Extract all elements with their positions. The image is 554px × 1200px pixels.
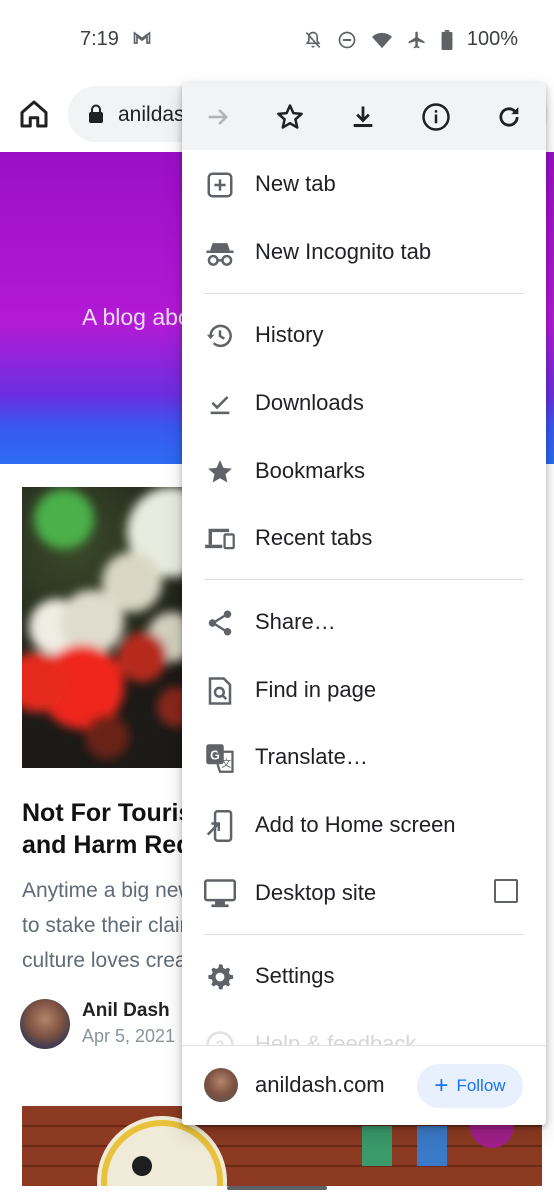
new-tab-icon bbox=[204, 169, 236, 201]
gmail-notification-icon bbox=[132, 28, 152, 53]
site-avatar bbox=[204, 1068, 238, 1102]
desktop-icon bbox=[204, 878, 236, 910]
devices-icon bbox=[204, 523, 236, 555]
menu-item-share[interactable]: Share… bbox=[182, 589, 546, 657]
plus-icon: + bbox=[434, 1072, 449, 1099]
menu-item-label: Share… bbox=[255, 609, 336, 634]
author-name: Anil Dash bbox=[82, 1000, 170, 1021]
article-title[interactable]: Not For Tourists and Harm Reduction bbox=[22, 797, 187, 861]
wifi-icon bbox=[371, 30, 393, 50]
menu-item-find-in-page[interactable]: Find in page bbox=[182, 657, 546, 725]
menu-item-downloads[interactable]: Downloads bbox=[182, 370, 546, 438]
follow-button[interactable]: + Follow bbox=[417, 1064, 523, 1108]
battery-icon bbox=[441, 29, 453, 50]
add-to-home-icon bbox=[204, 810, 236, 842]
download-icon[interactable] bbox=[346, 100, 380, 134]
menu-item-new-incognito-tab[interactable]: New Incognito tab bbox=[182, 219, 546, 287]
author-avatar bbox=[20, 999, 70, 1049]
forward-icon[interactable] bbox=[201, 100, 235, 134]
status-time: 7:19 bbox=[80, 28, 119, 50]
menu-item-label: Translate… bbox=[255, 744, 368, 769]
history-icon bbox=[204, 320, 236, 352]
url-text[interactable]: anildash.com bbox=[118, 103, 188, 127]
bookmark-star-icon[interactable] bbox=[273, 100, 307, 134]
menu-item-recent-tabs[interactable]: Recent tabs bbox=[182, 505, 546, 573]
site-follow-bar: anildash.com + Follow bbox=[182, 1045, 546, 1125]
menu-item-label: Bookmarks bbox=[255, 458, 366, 483]
menu-item-label: Find in page bbox=[255, 677, 377, 702]
lock-icon[interactable] bbox=[88, 104, 104, 129]
svg-text:G: G bbox=[210, 748, 220, 762]
desktop-site-checkbox[interactable] bbox=[494, 879, 518, 903]
menu-item-add-to-home-screen[interactable]: Add to Home screen bbox=[182, 792, 546, 860]
article-date: Apr 5, 2021 bbox=[82, 1026, 176, 1046]
menu-item-label: Add to Home screen bbox=[255, 812, 456, 837]
menu-item-label: Desktop site bbox=[255, 880, 377, 905]
menu-divider bbox=[204, 934, 524, 935]
menu-divider bbox=[204, 293, 524, 294]
excerpt-line: Anytime a big new bbox=[22, 879, 187, 902]
settings-icon bbox=[204, 961, 236, 993]
article-title-line[interactable]: Not For Tourists bbox=[22, 797, 187, 829]
follow-label: Follow bbox=[456, 1076, 506, 1095]
menu-divider bbox=[204, 579, 524, 580]
menu-item-translate[interactable]: G文 Translate… bbox=[182, 724, 546, 792]
article-image[interactable] bbox=[22, 487, 192, 768]
translate-icon: G文 bbox=[204, 742, 236, 774]
menu-item-label: New Incognito tab bbox=[255, 239, 432, 264]
menu-item-label: Downloads bbox=[255, 390, 364, 415]
site-name: anildash.com bbox=[255, 1072, 385, 1097]
share-icon bbox=[204, 607, 236, 639]
star-icon bbox=[204, 456, 236, 488]
reload-icon[interactable] bbox=[492, 100, 526, 134]
menu-item-label: History bbox=[255, 322, 324, 347]
battery-level: 100% bbox=[466, 28, 518, 50]
find-in-page-icon bbox=[204, 675, 236, 707]
gesture-nav-handle[interactable] bbox=[227, 1186, 327, 1190]
menu-item-history[interactable]: History bbox=[182, 302, 546, 370]
downloads-icon bbox=[204, 388, 236, 420]
excerpt-line: culture loves creating bbox=[22, 949, 187, 972]
article-excerpt: Anytime a big new to stake their claim c… bbox=[22, 873, 187, 978]
home-icon[interactable] bbox=[16, 96, 52, 132]
article-title-line[interactable]: and Harm Reduction bbox=[22, 829, 187, 861]
excerpt-line: to stake their claim bbox=[22, 914, 187, 937]
status-bar: 7:19 100% bbox=[0, 0, 554, 80]
menu-item-new-tab[interactable]: New tab bbox=[182, 151, 546, 219]
info-icon[interactable] bbox=[419, 100, 453, 134]
svg-text:文: 文 bbox=[221, 757, 231, 770]
menu-item-label: New tab bbox=[255, 171, 336, 196]
chrome-overflow-menu: New tab New Incognito tab History Downlo… bbox=[182, 83, 546, 1125]
notifications-off-icon bbox=[303, 30, 323, 50]
menu-item-desktop-site[interactable]: Desktop site bbox=[182, 860, 546, 928]
menu-item-label: Settings bbox=[255, 963, 335, 988]
menu-action-bar bbox=[182, 83, 546, 150]
menu-item-label: Recent tabs bbox=[255, 525, 373, 550]
menu-item-bookmarks[interactable]: Bookmarks bbox=[182, 438, 546, 506]
incognito-icon bbox=[204, 237, 236, 269]
menu-item-settings[interactable]: Settings bbox=[182, 943, 546, 1011]
do-not-disturb-icon bbox=[337, 30, 357, 50]
airplane-mode-icon bbox=[407, 30, 427, 50]
